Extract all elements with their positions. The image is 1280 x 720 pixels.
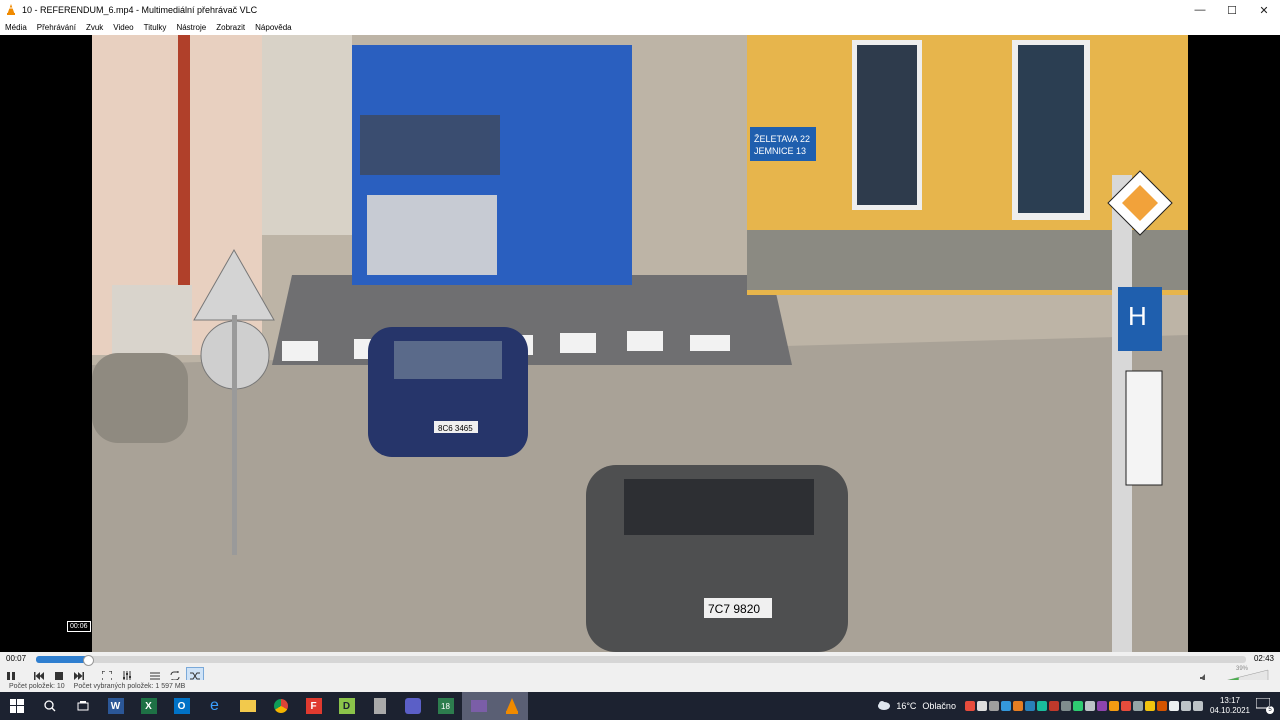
search-icon[interactable] <box>33 692 66 720</box>
tray-app-icon-11[interactable] <box>1084 701 1095 711</box>
skip-previous-icon <box>34 672 44 680</box>
menu-playback[interactable]: Přehrávání <box>32 23 81 32</box>
weather-condition: Oblačno <box>922 701 956 711</box>
tray-app-icon-4[interactable] <box>1000 701 1011 711</box>
menu-tools[interactable]: Nástroje <box>171 23 211 32</box>
status-bar: Počet položek: 10 Počet vybraných polože… <box>0 680 1280 692</box>
vlc-cone-icon <box>4 3 18 17</box>
menu-video[interactable]: Video <box>108 23 138 32</box>
close-button[interactable]: ✕ <box>1248 0 1280 20</box>
notification-center-button[interactable]: 5 <box>1255 697 1274 714</box>
clock[interactable]: 13:17 04.10.2021 <box>1210 696 1250 716</box>
notification-count-badge: 5 <box>1266 706 1274 714</box>
weather-icon[interactable] <box>877 700 891 712</box>
tray-app-icon-8[interactable] <box>1048 701 1059 711</box>
tray-app-icon-2[interactable] <box>976 701 987 711</box>
weather-temperature: 16°C <box>896 701 917 711</box>
menu-audio[interactable]: Zvuk <box>81 23 108 32</box>
video-frame: ŽELETAVA 22 JEMNICE 13 H 8C6 3465 7C7 98… <box>92 35 1188 652</box>
total-time: 02:43 <box>1253 654 1274 663</box>
green-d-app-icon[interactable]: D <box>330 692 363 720</box>
tray-app-icon-1[interactable] <box>964 701 975 711</box>
start-button[interactable] <box>0 692 33 720</box>
calculator-icon[interactable] <box>363 692 396 720</box>
title-bar: 10 - REFERENDUM_6.mp4 - Multimediální př… <box>0 0 1280 20</box>
tray-app-icon-15[interactable] <box>1132 701 1143 711</box>
tray-app-icon-5[interactable] <box>1012 701 1023 711</box>
window-title: 10 - REFERENDUM_6.mp4 - Multimediální př… <box>22 5 258 15</box>
menu-view[interactable]: Zobrazit <box>211 23 250 32</box>
task-view-icon[interactable] <box>66 692 99 720</box>
tray-app-icon-9[interactable] <box>1060 701 1071 711</box>
tray-app-icon-6[interactable] <box>1024 701 1035 711</box>
tray-app-icon-7[interactable] <box>1036 701 1047 711</box>
taskbar: W X O e F D 18 16°C Oblačno 13:17 04.10.… <box>0 692 1280 720</box>
tray-app-icon-17[interactable] <box>1156 701 1167 711</box>
tray-app-icon-14[interactable] <box>1120 701 1131 711</box>
seek-bar-handle[interactable] <box>83 655 95 666</box>
tray-app-icon-16[interactable] <box>1144 701 1155 711</box>
edge-browser-icon[interactable]: e <box>198 692 231 720</box>
teams-app-icon[interactable] <box>396 692 429 720</box>
tray-app-icon-12[interactable] <box>1096 701 1107 711</box>
file-explorer-icon[interactable] <box>231 692 264 720</box>
seek-time-tooltip: 00:06 <box>67 621 91 632</box>
remote-desktop-icon[interactable] <box>462 692 495 720</box>
svg-text:ŽELETAVA 22: ŽELETAVA 22 <box>754 134 810 144</box>
tray-app-icon-3[interactable] <box>988 701 999 711</box>
tray-app-icon-18[interactable] <box>1168 701 1179 711</box>
svg-text:JEMNICE 13: JEMNICE 13 <box>754 146 806 156</box>
tray-app-icon-13[interactable] <box>1108 701 1119 711</box>
svg-text:8C6 3465: 8C6 3465 <box>438 424 473 433</box>
calendar-app-icon[interactable]: 18 <box>429 692 462 720</box>
volume-tray-icon[interactable] <box>1192 701 1203 711</box>
seek-bar[interactable] <box>36 655 1246 666</box>
video-area[interactable]: ŽELETAVA 22 JEMNICE 13 H 8C6 3465 7C7 98… <box>0 35 1280 652</box>
excel-app-icon[interactable]: X <box>132 692 165 720</box>
chrome-browser-icon[interactable] <box>264 692 297 720</box>
vlc-taskbar-icon[interactable] <box>495 692 528 720</box>
minimize-button[interactable]: — <box>1184 0 1216 20</box>
windows-logo-icon <box>9 699 24 713</box>
menu-bar: Média Přehrávání Zvuk Video Titulky Nást… <box>0 20 1280 35</box>
red-f-app-icon[interactable]: F <box>297 692 330 720</box>
menu-help[interactable]: Nápověda <box>250 23 296 32</box>
maximize-button[interactable]: ☐ <box>1216 0 1248 20</box>
menu-subtitles[interactable]: Titulky <box>139 23 172 32</box>
clock-date: 04.10.2021 <box>1209 706 1250 715</box>
tray-app-icon-10[interactable] <box>1072 701 1083 711</box>
selected-count: Počet vybraných položek: 1 597 MB <box>73 682 186 690</box>
clock-time: 13:17 <box>1219 696 1240 705</box>
network-icon[interactable] <box>1180 701 1191 711</box>
skip-next-icon <box>74 672 84 680</box>
seek-bar-fill <box>36 656 89 663</box>
menu-media[interactable]: Média <box>0 23 32 32</box>
system-tray: 16°C Oblačno 13:17 04.10.2021 5 <box>877 692 1280 720</box>
outlook-app-icon[interactable]: O <box>165 692 198 720</box>
stop-icon <box>55 672 63 680</box>
word-app-icon[interactable]: W <box>99 692 132 720</box>
item-count: Počet položek: 10 <box>9 682 65 690</box>
svg-text:H: H <box>1128 301 1147 331</box>
elapsed-time: 00:07 <box>6 654 27 663</box>
svg-text:7C7 9820: 7C7 9820 <box>708 602 760 616</box>
